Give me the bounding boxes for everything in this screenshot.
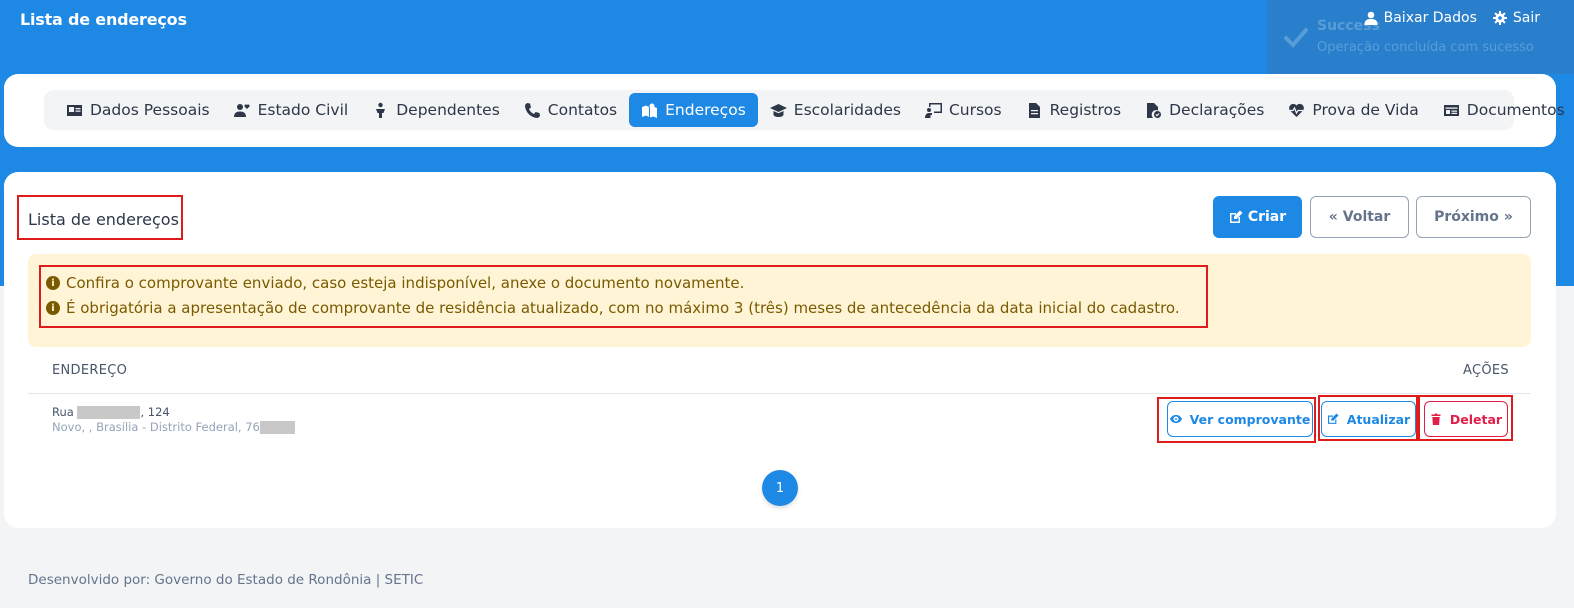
- file-check-icon: [1147, 102, 1162, 118]
- tab-prova-de-vida[interactable]: Prova de Vida: [1276, 93, 1430, 127]
- address-card-icon: [1443, 104, 1459, 116]
- app-title: Lista de endereços: [20, 10, 187, 29]
- view-receipt-label: Ver comprovante: [1189, 411, 1311, 427]
- info-icon: i: [46, 301, 60, 315]
- phone-icon: [524, 102, 540, 118]
- logout-label: Sair: [1512, 10, 1540, 26]
- back-button[interactable]: « Voltar: [1310, 196, 1409, 238]
- delete-label: Deletar: [1449, 411, 1503, 427]
- download-data-button[interactable]: Baixar Dados: [1364, 10, 1477, 26]
- back-label: Voltar: [1342, 209, 1391, 225]
- footer-credits: Desenvolvido por: Governo do Estado de R…: [28, 572, 424, 588]
- header-actions: Baixar Dados Sair: [1364, 10, 1540, 26]
- tab-label: Dependentes: [396, 101, 500, 119]
- check-icon: [1284, 28, 1308, 48]
- id-card-icon: [67, 104, 82, 116]
- heartbeat-icon: [1289, 103, 1305, 117]
- toast-message: Operação concluída com sucesso: [1317, 40, 1534, 55]
- tab-dependentes[interactable]: Dependentes: [360, 93, 512, 127]
- double-chevron-left-icon: «: [1328, 209, 1338, 225]
- graduation-cap-icon: [769, 103, 787, 117]
- tab-label: Prova de Vida: [1312, 101, 1419, 119]
- double-chevron-right-icon: »: [1503, 209, 1513, 225]
- tab-cursos[interactable]: Cursos: [913, 93, 1014, 127]
- info-icon: i: [46, 276, 60, 290]
- child-icon: [376, 102, 386, 118]
- next-button[interactable]: Próximo »: [1416, 196, 1531, 238]
- alert-line: i Confira o comprovante enviado, caso es…: [46, 274, 744, 292]
- trash-icon: [1431, 413, 1441, 425]
- logout-button[interactable]: Sair: [1492, 10, 1540, 26]
- eye-icon: [1169, 415, 1182, 423]
- gear-icon: [1492, 11, 1507, 25]
- tab-registros[interactable]: Registros: [1014, 93, 1134, 127]
- tab-enderecos[interactable]: Endereços: [629, 93, 758, 127]
- file-icon: [1028, 102, 1040, 118]
- edit-icon: [1229, 210, 1243, 223]
- edit-icon: [1327, 413, 1339, 424]
- column-header-actions: AÇÕES: [1463, 363, 1509, 378]
- alert-text: É obrigatória a apresentação de comprova…: [66, 299, 1180, 317]
- user-icon: [1364, 11, 1378, 25]
- tab-dados-pessoais[interactable]: Dados Pessoais: [54, 93, 222, 127]
- tab-label: Cursos: [948, 101, 1002, 119]
- delete-button[interactable]: Deletar: [1424, 401, 1508, 437]
- address-details: Novo, , Brasília - Distrito Federal, 76: [52, 420, 295, 434]
- create-label: Criar: [1247, 209, 1287, 225]
- tab-label: Contatos: [547, 101, 618, 119]
- alert-line: i É obrigatória a apresentação de compro…: [46, 299, 1180, 317]
- tab-label: Registros: [1049, 101, 1122, 119]
- section-tabs: Dados Pessoais Estado Civil Dependentes …: [44, 90, 1565, 130]
- tab-label: Documentos: [1466, 101, 1565, 119]
- tab-label: Endereços: [665, 101, 746, 119]
- tab-contatos[interactable]: Contatos: [512, 93, 629, 127]
- column-header-address: ENDEREÇO: [52, 363, 128, 378]
- alert-text: Confira o comprovante enviado, caso este…: [66, 274, 745, 292]
- tab-label: Dados Pessoais: [90, 101, 210, 119]
- download-data-label: Baixar Dados: [1383, 10, 1477, 26]
- tab-label: Escolaridades: [793, 101, 901, 119]
- tab-documentos[interactable]: Documentos: [1431, 93, 1574, 127]
- update-button[interactable]: Atualizar: [1321, 401, 1416, 437]
- address-street: Rua , 124: [52, 405, 170, 419]
- tab-label: Declarações: [1169, 101, 1265, 119]
- user-heart-icon: [233, 103, 250, 117]
- redacted-block: [259, 421, 295, 434]
- tab-estado-civil[interactable]: Estado Civil: [222, 93, 361, 127]
- chalkboard-teacher-icon: [924, 102, 942, 118]
- tab-declaracoes[interactable]: Declarações: [1133, 93, 1276, 127]
- update-label: Atualizar: [1346, 411, 1411, 427]
- tab-label: Estado Civil: [257, 101, 349, 119]
- next-label: Próximo: [1434, 209, 1499, 225]
- pagination-page-button[interactable]: 1: [762, 470, 798, 506]
- redacted-block: [77, 406, 141, 419]
- table-divider: [28, 393, 1531, 394]
- tab-escolaridades[interactable]: Escolaridades: [758, 93, 913, 127]
- map-location-icon: [642, 103, 658, 118]
- view-receipt-button[interactable]: Ver comprovante: [1167, 401, 1313, 437]
- create-button[interactable]: Criar: [1213, 196, 1302, 238]
- page-title: Lista de endereços: [28, 210, 179, 229]
